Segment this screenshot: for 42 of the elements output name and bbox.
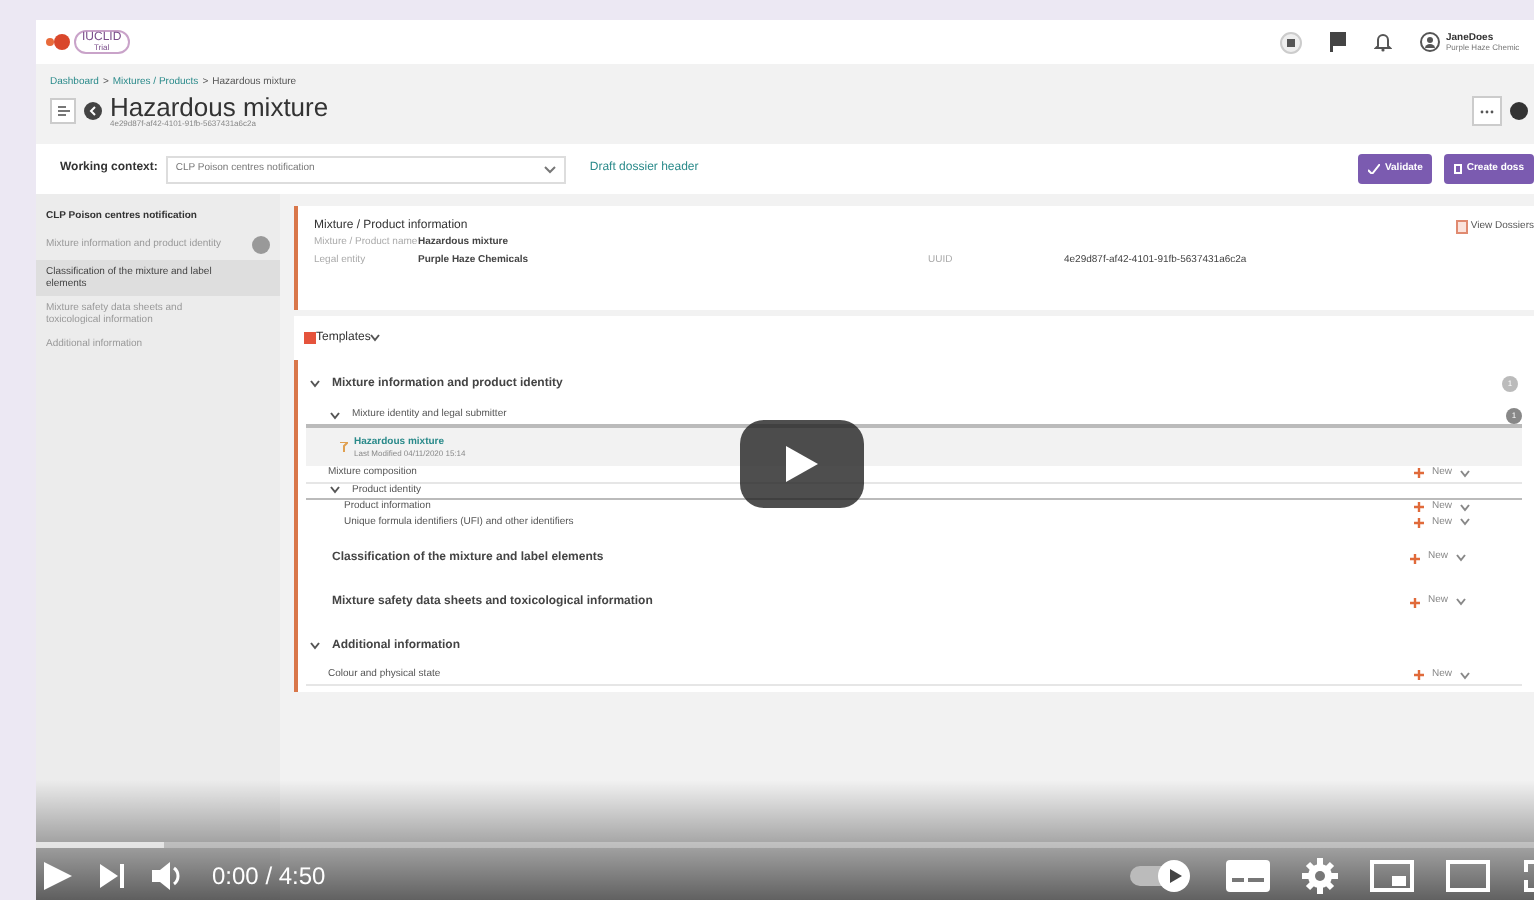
chevron-down-icon[interactable]: [330, 486, 340, 495]
user-icon[interactable]: [1420, 32, 1440, 52]
chevron-down-icon: [1456, 598, 1466, 606]
fullscreen-icon[interactable]: [1522, 860, 1534, 892]
chevron-down-icon: [1456, 554, 1466, 562]
logo-icon: [44, 32, 72, 52]
bell-icon[interactable]: [1374, 32, 1392, 52]
settings-icon[interactable]: [1302, 858, 1338, 894]
document-icon: [1456, 220, 1469, 234]
next-icon[interactable]: [100, 864, 124, 888]
video-time: 0:00 / 4:50: [212, 860, 326, 894]
chevron-down-icon: [543, 165, 556, 173]
plus-icon: [1413, 517, 1424, 528]
menu-icon: [57, 106, 69, 116]
chevron-down-icon: [370, 334, 381, 342]
miniplayer-icon[interactable]: [1370, 860, 1414, 892]
templates-icon: [302, 331, 316, 345]
check-icon: [1368, 164, 1381, 174]
chevron-down-icon[interactable]: [310, 642, 320, 650]
chevron-down-icon[interactable]: [330, 412, 340, 420]
plus-icon: [1409, 597, 1420, 607]
flag-icon[interactable]: [1330, 32, 1346, 52]
document-icon: [1454, 164, 1463, 174]
back-icon[interactable]: [84, 102, 102, 120]
theater-mode-icon[interactable]: [1446, 860, 1490, 892]
chevron-down-icon: [1460, 671, 1470, 680]
autoplay-toggle-icon[interactable]: [1130, 860, 1194, 892]
record-icon: [340, 442, 348, 452]
chevron-down-icon: [1460, 469, 1470, 478]
chevron-down-icon[interactable]: [310, 380, 320, 388]
plus-icon: [1413, 468, 1424, 479]
plus-icon: [1409, 553, 1420, 563]
sidebar-toggle-button[interactable]: [50, 98, 76, 124]
grid-icon[interactable]: [1280, 31, 1302, 53]
play-icon[interactable]: [44, 862, 72, 890]
play-button[interactable]: [740, 420, 864, 508]
play-icon: [786, 446, 818, 482]
page-title: Hazardous mixture: [110, 94, 329, 120]
plus-icon: [1413, 670, 1424, 681]
plus-icon: [1413, 502, 1424, 513]
volume-icon[interactable]: [152, 862, 184, 890]
subtitles-icon[interactable]: [1226, 860, 1270, 892]
